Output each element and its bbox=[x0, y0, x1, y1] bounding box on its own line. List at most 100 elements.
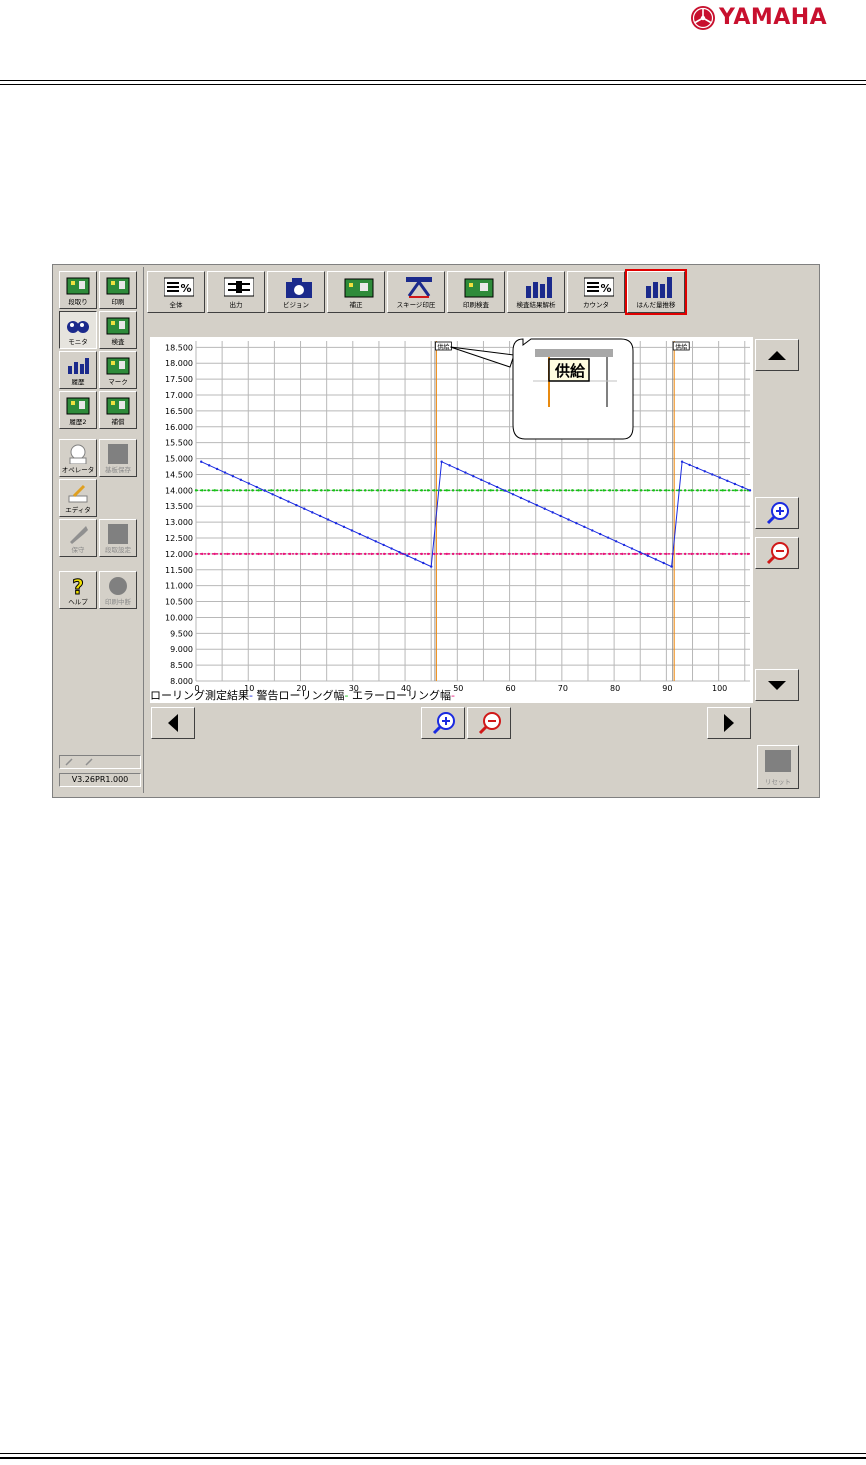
series-point-2 bbox=[608, 552, 612, 556]
scroll-up-button[interactable] bbox=[755, 339, 799, 371]
series-point-0 bbox=[726, 479, 729, 483]
supply-event-label: 供給 bbox=[437, 343, 449, 351]
tab-0[interactable]: % 全体 bbox=[147, 271, 205, 313]
scroll-down-button[interactable] bbox=[755, 669, 799, 701]
series-point-2 bbox=[244, 552, 248, 556]
left-button-10[interactable]: エディタ bbox=[59, 479, 97, 517]
left-button-9[interactable]: 基板保存 bbox=[99, 439, 137, 477]
left-button-label: 補償 bbox=[111, 418, 125, 426]
series-point-2 bbox=[295, 552, 298, 556]
series-point-0 bbox=[703, 470, 706, 473]
x-tick-label: 70 bbox=[558, 684, 568, 693]
zoom-out-y-button[interactable] bbox=[755, 537, 799, 569]
zoom-in-y-button[interactable] bbox=[755, 497, 799, 529]
series-point-1 bbox=[671, 489, 674, 492]
left-button-11[interactable]: 保守 bbox=[59, 519, 97, 557]
left-button-label: ヘルプ bbox=[68, 598, 88, 606]
series-point-0 bbox=[303, 507, 306, 510]
series-point-0 bbox=[741, 485, 744, 489]
series-point-1 bbox=[414, 489, 417, 492]
series-point-0 bbox=[311, 511, 314, 514]
series-point-2 bbox=[520, 552, 524, 556]
inspection-icon bbox=[106, 316, 130, 336]
series-point-2 bbox=[627, 552, 630, 556]
left-button-label: 履歴2 bbox=[69, 418, 87, 426]
tab-7[interactable]: % カウンタ bbox=[567, 271, 625, 313]
series-point-1 bbox=[652, 489, 656, 492]
series-point-2 bbox=[270, 552, 273, 556]
series-point-2 bbox=[727, 552, 731, 556]
series-point-0 bbox=[711, 473, 714, 476]
series-point-1 bbox=[313, 489, 317, 492]
left-button-label: エディタ bbox=[65, 506, 91, 514]
series-point-0 bbox=[239, 478, 243, 482]
tab-3[interactable]: 補正 bbox=[327, 271, 385, 313]
arrow-left-icon bbox=[168, 714, 178, 732]
series-point-1 bbox=[508, 489, 511, 492]
tab-5[interactable]: 印刷検査 bbox=[447, 271, 505, 313]
left-button-14[interactable]: 印刷中断 bbox=[99, 571, 137, 609]
series-point-2 bbox=[439, 552, 442, 556]
left-button-3[interactable]: 検査 bbox=[99, 311, 137, 349]
series-point-0 bbox=[488, 482, 491, 485]
series-point-0 bbox=[207, 464, 211, 467]
series-point-0 bbox=[350, 529, 354, 532]
x-tick-label: 60 bbox=[505, 684, 515, 693]
series-point-2 bbox=[715, 552, 718, 556]
squeegee-icon bbox=[404, 276, 432, 298]
series-point-1 bbox=[326, 489, 329, 492]
chart-legend: ローリング測定結果- 警告ローリング幅- エラーローリング幅- bbox=[150, 689, 455, 702]
print-stop-icon bbox=[106, 576, 130, 596]
series-point-2 bbox=[357, 552, 361, 556]
series-point-1 bbox=[320, 489, 323, 492]
series-point-2 bbox=[426, 552, 430, 556]
left-button-7[interactable]: 補償 bbox=[99, 391, 137, 429]
series-point-1 bbox=[451, 489, 455, 492]
tab-1[interactable]: 出力 bbox=[207, 271, 265, 313]
series-point-2 bbox=[238, 552, 242, 556]
series-point-1 bbox=[640, 489, 643, 492]
series-point-1 bbox=[721, 489, 725, 492]
left-button-4[interactable]: 履歴 bbox=[59, 351, 97, 389]
series-point-0 bbox=[688, 463, 691, 467]
series-point-2 bbox=[276, 552, 279, 556]
series-point-2 bbox=[602, 552, 605, 556]
series-point-1 bbox=[740, 489, 743, 492]
left-button-label: マーク bbox=[108, 378, 128, 386]
series-point-2 bbox=[589, 552, 593, 556]
series-point-2 bbox=[696, 552, 699, 556]
footer-rule-bottom bbox=[0, 1457, 866, 1459]
series-point-2 bbox=[458, 552, 461, 556]
series-point-1 bbox=[257, 489, 260, 492]
zoom-in-x-button[interactable] bbox=[421, 707, 465, 739]
scroll-left-button[interactable] bbox=[151, 707, 195, 739]
left-button-13[interactable]: ? ヘルプ bbox=[59, 571, 97, 609]
series-point-2 bbox=[257, 552, 260, 556]
tab-6[interactable]: 検査結果解析 bbox=[507, 271, 565, 313]
left-button-12[interactable]: 段取設定 bbox=[99, 519, 137, 557]
series-point-2 bbox=[395, 552, 398, 556]
tab-4[interactable]: スキージ印圧 bbox=[387, 271, 445, 313]
reset-button[interactable]: リセット bbox=[757, 745, 799, 789]
series-point-2 bbox=[746, 552, 750, 556]
left-button-6[interactable]: 履歴2 bbox=[59, 391, 97, 429]
series-point-2 bbox=[709, 552, 712, 556]
series-point-0 bbox=[622, 543, 626, 547]
series-point-1 bbox=[727, 489, 731, 492]
left-button-1[interactable]: 印刷 bbox=[99, 271, 137, 309]
series-point-1 bbox=[665, 489, 668, 492]
series-point-1 bbox=[408, 489, 411, 492]
tab-2[interactable]: ビジョン bbox=[267, 271, 325, 313]
left-button-8[interactable]: オペレータ bbox=[59, 439, 97, 477]
left-button-5[interactable]: マーク bbox=[99, 351, 137, 389]
series-point-0 bbox=[247, 482, 251, 485]
tab-8[interactable]: はんだ量推移 bbox=[625, 269, 687, 315]
left-button-0[interactable]: 段取り bbox=[59, 271, 97, 309]
series-point-1 bbox=[477, 489, 480, 492]
setup-icon bbox=[66, 276, 90, 296]
series-point-0 bbox=[342, 525, 346, 529]
zoom-out-x-button[interactable] bbox=[467, 707, 511, 739]
series-point-2 bbox=[683, 552, 687, 556]
scroll-right-button[interactable] bbox=[707, 707, 751, 739]
left-button-2[interactable]: モニタ bbox=[59, 311, 97, 349]
